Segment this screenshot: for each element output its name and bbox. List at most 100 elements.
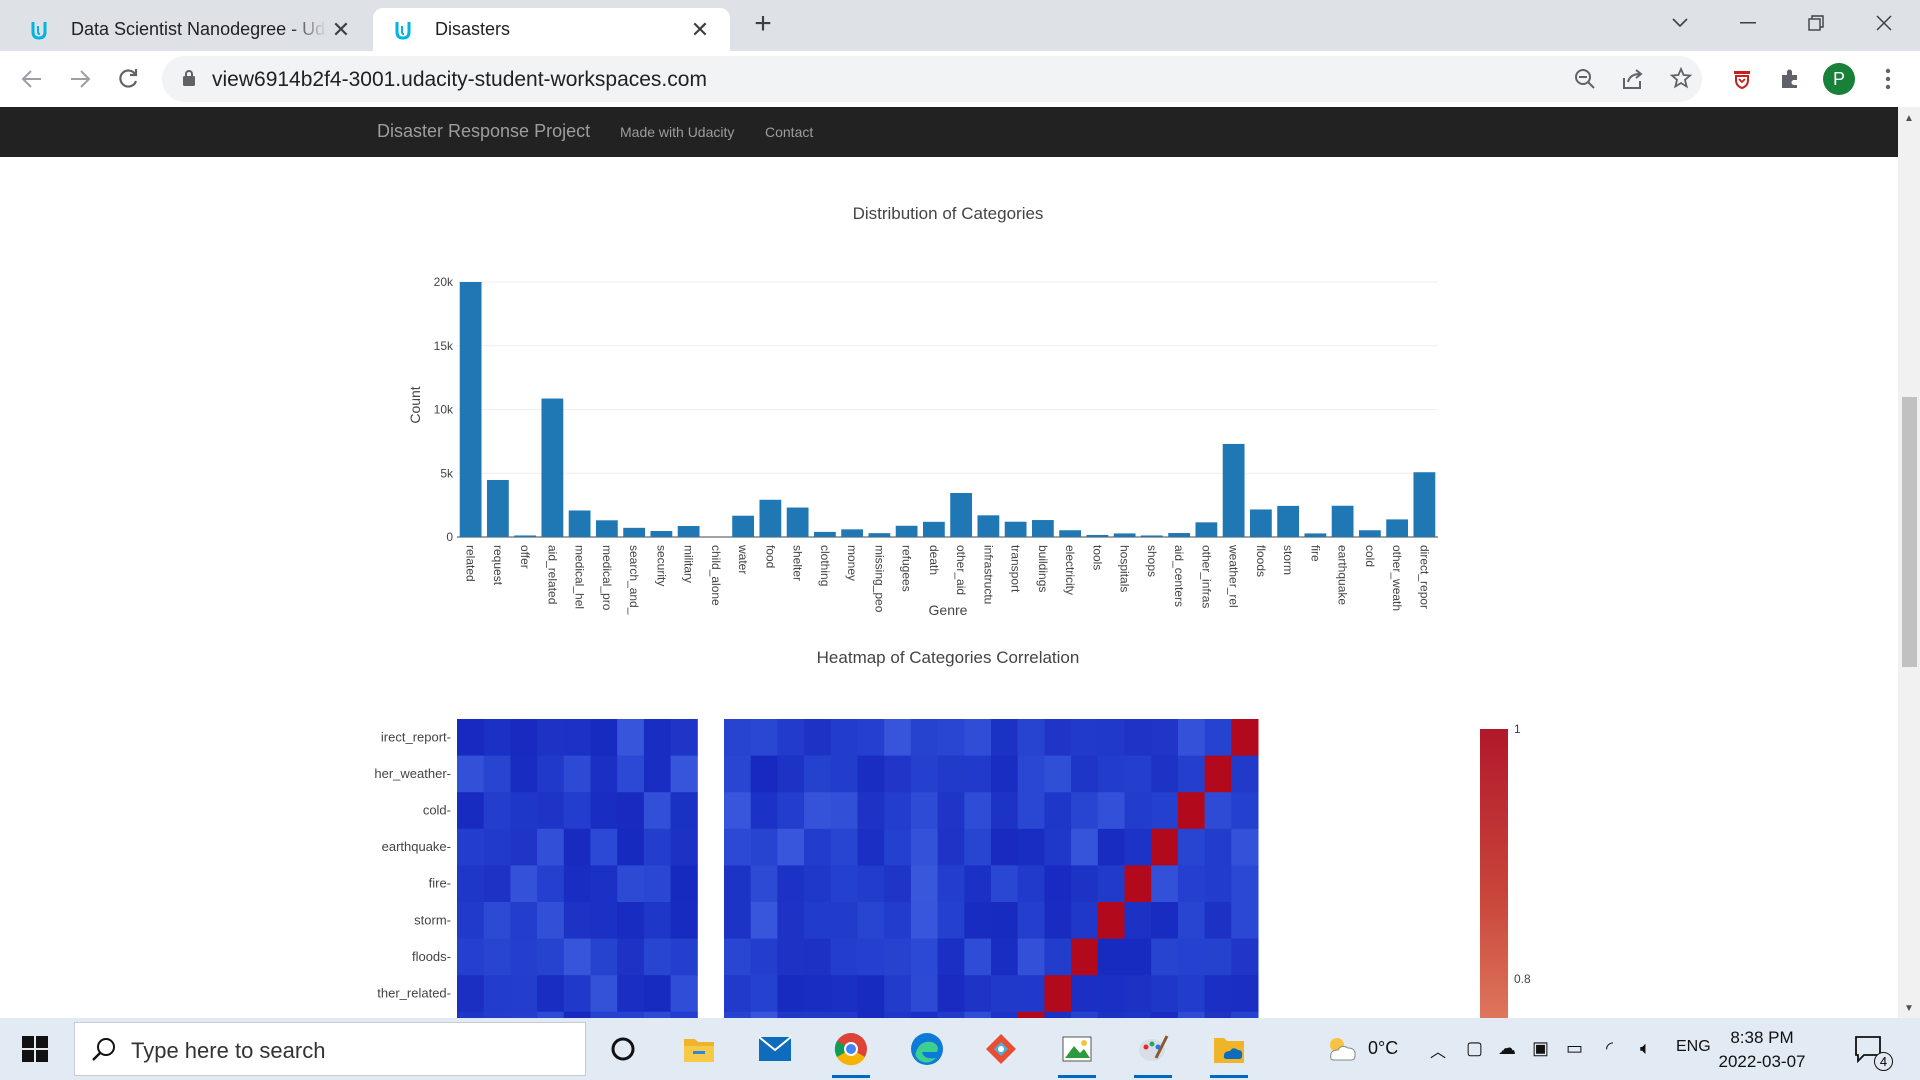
heatmap-cell[interactable] [1151,865,1179,903]
heatmap-cell[interactable] [590,865,618,903]
heatmap-cell[interactable] [537,902,565,940]
heatmap-cell[interactable] [884,865,912,903]
edge-icon[interactable] [904,1026,950,1072]
heatmap-cell[interactable] [1204,865,1232,903]
heatmap-cell[interactable] [510,755,538,793]
extensions-puzzle-icon[interactable] [1774,63,1806,95]
heatmap-cell[interactable] [1124,755,1152,793]
heatmap-cell[interactable] [510,938,538,976]
heatmap-cell[interactable] [1044,792,1072,830]
heatmap-cell[interactable] [643,938,672,976]
heatmap-cell[interactable] [1177,755,1206,793]
heatmap-cell[interactable] [483,975,511,1013]
heatmap-cell[interactable] [910,938,939,976]
bar-medical_pro[interactable] [595,520,618,537]
tab-close-icon[interactable]: ✕ [327,16,355,44]
heatmap-cell[interactable] [804,719,832,757]
heatmap-cell[interactable] [537,719,565,757]
heatmap-cell[interactable] [537,755,565,793]
heatmap-cell[interactable] [563,792,591,830]
heatmap-cell[interactable] [510,902,538,940]
heatmap-cell[interactable] [1177,719,1206,757]
heatmap-cell[interactable] [804,792,832,830]
heatmap-cell[interactable] [1097,828,1125,866]
heatmap-cell[interactable] [1231,902,1259,940]
heatmap-cell[interactable] [830,865,858,903]
heatmap-cell[interactable] [1124,975,1152,1013]
heatmap-cell[interactable] [937,828,965,866]
heatmap-cell[interactable] [910,902,939,940]
heatmap-cell[interactable] [537,975,565,1013]
bar-refugees[interactable] [895,525,918,537]
heatmap-cell[interactable] [777,902,805,940]
heatmap-cell[interactable] [670,938,698,976]
heatmap-cell[interactable] [991,828,1019,866]
heatmap-cell[interactable] [750,902,778,940]
heatmap-cell[interactable] [750,719,778,757]
bar-request[interactable] [486,480,509,537]
scroll-up-arrow-icon[interactable]: ▲ [1904,113,1914,124]
heatmap-cell[interactable] [964,902,992,940]
heatmap-cell[interactable] [750,938,778,976]
heatmap-cell[interactable] [830,792,858,830]
heatmap-cell[interactable] [937,975,965,1013]
bar-hospitals[interactable] [1113,533,1136,537]
heatmap-cell[interactable] [804,865,832,903]
heatmap-cell[interactable] [724,865,752,903]
heatmap-cell[interactable] [804,755,832,793]
heatmap-cell[interactable] [1151,719,1179,757]
tab-disasters[interactable]: Disasters ✕ [373,8,730,51]
chrome-icon[interactable] [828,1026,874,1078]
heatmap-cell[interactable] [1177,902,1206,940]
weather-temperature[interactable]: 0°C [1368,1038,1398,1059]
heatmap-cell[interactable] [964,975,992,1013]
heatmap-cell[interactable] [1071,938,1099,976]
heatmap-cell[interactable] [457,865,485,903]
heatmap-cell[interactable] [991,719,1019,757]
battery-icon[interactable]: ▭ [1566,1038,1583,1059]
heatmap-cell[interactable] [1124,902,1152,940]
heatmap-cell[interactable] [457,938,485,976]
heatmap-cell[interactable] [1151,792,1179,830]
bookmark-star-icon[interactable] [1670,67,1692,89]
heatmap-cell[interactable] [1231,719,1259,757]
heatmap-cell[interactable] [910,755,939,793]
screen-icon[interactable]: ▣ [1532,1038,1549,1059]
bar-shops[interactable] [1140,535,1163,537]
heatmap-cell[interactable] [510,975,538,1013]
heatmap-cell[interactable] [1231,828,1259,866]
heatmap-cell[interactable] [910,719,939,757]
heatmap-cell[interactable] [937,938,965,976]
heatmap-cell[interactable] [857,755,885,793]
share-icon[interactable] [1622,68,1644,90]
bar-food[interactable] [759,499,782,537]
heatmap-cell[interactable] [964,938,992,976]
heatmap-cell[interactable] [1231,938,1259,976]
heatmap-cell[interactable] [670,719,698,757]
heatmap-cell[interactable] [884,902,912,940]
heatmap-cell[interactable] [670,975,698,1013]
heatmap-cell[interactable] [457,792,485,830]
heatmap-cell[interactable] [884,719,912,757]
heatmap-cell[interactable] [1124,865,1152,903]
bar-infrastructu[interactable] [977,515,1000,537]
heatmap-cell[interactable] [1151,755,1179,793]
heatmap-cell[interactable] [643,719,672,757]
bar-weather_rel[interactable] [1222,443,1245,537]
heatmap-cell[interactable] [750,865,778,903]
heatmap-cell[interactable] [724,792,752,830]
heatmap-cell[interactable] [590,719,618,757]
heatmap-cell[interactable] [777,828,805,866]
heatmap-cell[interactable] [830,828,858,866]
scroll-down-arrow-icon[interactable]: ▼ [1904,1003,1914,1014]
heatmap-cell[interactable] [1097,938,1125,976]
heatmap-cell[interactable] [617,719,645,757]
heatmap-cell[interactable] [590,975,618,1013]
forward-arrow-icon[interactable] [64,63,96,95]
heatmap-cell[interactable] [777,975,805,1013]
bar-aid_related[interactable] [541,398,564,537]
tab-close-icon[interactable]: ✕ [686,16,714,44]
heatmap-cell[interactable] [750,792,778,830]
heatmap-cell[interactable] [1204,902,1232,940]
heatmap-cell[interactable] [884,938,912,976]
